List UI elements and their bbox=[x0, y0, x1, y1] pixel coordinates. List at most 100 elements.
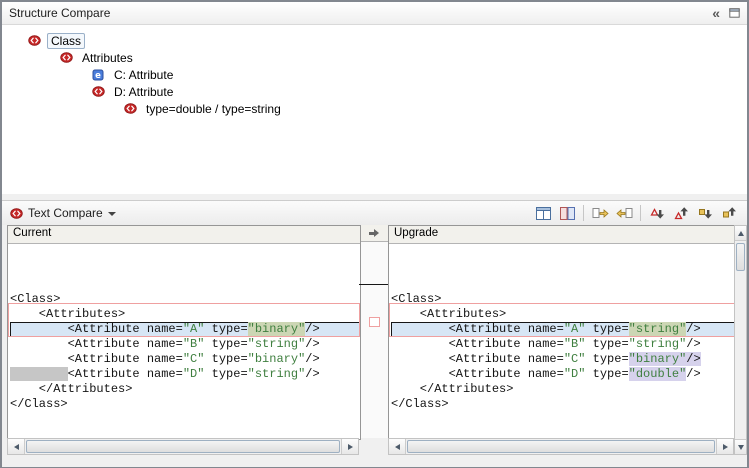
tree-item-class[interactable]: Class bbox=[2, 32, 747, 49]
code-segment: "string" bbox=[629, 322, 687, 336]
vertical-scrollbar[interactable] bbox=[734, 225, 747, 455]
down-arrow-icon bbox=[738, 445, 744, 450]
tree-item-label: C: Attribute bbox=[111, 68, 176, 82]
structure-compare-title: Structure Compare bbox=[9, 6, 110, 20]
compare-icon bbox=[124, 103, 138, 115]
text-compare-panel: Text Compare Current <Class> <Attributes… bbox=[2, 200, 747, 467]
toolbar-separator bbox=[640, 205, 641, 221]
code-segment: "binary" bbox=[629, 352, 687, 366]
next-change-icon[interactable] bbox=[694, 203, 716, 223]
code-segment: /> bbox=[305, 322, 319, 336]
code-line[interactable]: <Attribute name="C" type="binary"/> bbox=[391, 352, 735, 367]
scroll-left-button[interactable] bbox=[8, 439, 25, 454]
copy-all-left-to-right-icon[interactable] bbox=[589, 203, 611, 223]
code-line[interactable]: <Class> bbox=[10, 292, 360, 307]
viewer-dropdown-icon[interactable] bbox=[108, 212, 116, 216]
code-segment: "binary" bbox=[248, 352, 306, 366]
code-line[interactable]: </Attributes> bbox=[10, 382, 360, 397]
code-segment: type= bbox=[585, 352, 628, 366]
change-direction-icon[interactable] bbox=[359, 225, 388, 242]
code-line-selected[interactable]: <Attribute name="A" type="binary"/> bbox=[10, 322, 360, 337]
code-segment: <Attribute name= bbox=[391, 337, 564, 351]
code-segment: /> bbox=[686, 337, 700, 351]
tree-item-d-attribute[interactable]: D: Attribute bbox=[2, 83, 747, 100]
structure-compare-panel: Structure Compare « ClassAttributeseC: A… bbox=[2, 2, 747, 194]
scroll-right-button[interactable] bbox=[716, 439, 733, 454]
code-segment: type= bbox=[204, 352, 247, 366]
scrollbar-thumb[interactable] bbox=[736, 243, 745, 271]
code-line[interactable]: </Class> bbox=[10, 397, 360, 412]
code-line[interactable]: <Attributes> bbox=[391, 307, 735, 322]
right-pane: Upgrade <Class> <Attributes> <Attribute … bbox=[388, 225, 736, 440]
code-segment: <Attributes> bbox=[10, 307, 125, 321]
selected-diff-connector bbox=[359, 284, 388, 285]
tree-item-type-double-type-string[interactable]: type=double / type=string bbox=[2, 100, 747, 117]
code-line-selected[interactable]: <Attribute name="A" type="string"/> bbox=[391, 322, 735, 337]
minimize-view-icon[interactable]: « bbox=[712, 6, 720, 20]
previous-difference-icon[interactable] bbox=[670, 203, 692, 223]
scrollbar-track[interactable] bbox=[735, 241, 746, 439]
tree-item-attributes[interactable]: Attributes bbox=[2, 49, 747, 66]
code-line[interactable]: <Attribute name="D" type="string"/> bbox=[10, 367, 360, 382]
code-line[interactable]: <Attribute name="C" type="binary"/> bbox=[10, 352, 360, 367]
right-pane-title: Upgrade bbox=[389, 226, 735, 244]
right-horizontal-scrollbar[interactable] bbox=[388, 438, 734, 455]
code-segment: <Attribute name= bbox=[391, 322, 564, 336]
scroll-up-button[interactable] bbox=[735, 226, 746, 241]
compare-viewer-body: Current <Class> <Attributes> <Attribute … bbox=[2, 225, 747, 467]
structure-compare-tree: ClassAttributeseC: AttributeD: Attribute… bbox=[2, 25, 747, 117]
code-segment: "binary" bbox=[248, 322, 306, 336]
switch-panes-icon[interactable] bbox=[556, 203, 578, 223]
left-pane: Current <Class> <Attributes> <Attribute … bbox=[7, 225, 361, 440]
right-code-viewer: <Class> <Attributes> <Attribute name="A"… bbox=[389, 244, 735, 440]
scrollbar-track[interactable] bbox=[25, 439, 341, 454]
code-segment: "string" bbox=[248, 337, 306, 351]
code-segment: /> bbox=[305, 337, 319, 351]
structure-compare-header-icons: « bbox=[712, 6, 740, 20]
maximize-view-icon[interactable] bbox=[729, 8, 740, 18]
code-line[interactable]: <Attribute name="B" type="string"/> bbox=[391, 337, 735, 352]
code-line[interactable]: </Attributes> bbox=[391, 382, 735, 397]
code-segment: <Attributes> bbox=[391, 307, 506, 321]
code-line[interactable]: <Attribute name="D" type="double"/> bbox=[391, 367, 735, 382]
code-segment: type= bbox=[204, 337, 247, 351]
code-segment: type= bbox=[585, 367, 628, 381]
scrollbar-thumb[interactable] bbox=[26, 440, 340, 453]
code-segment: "C" bbox=[183, 352, 205, 366]
text-compare-header: Text Compare bbox=[2, 201, 747, 226]
previous-change-icon[interactable] bbox=[718, 203, 740, 223]
scroll-right-button[interactable] bbox=[341, 439, 358, 454]
code-line[interactable]: <Attribute name="B" type="string"/> bbox=[10, 337, 360, 352]
copy-all-right-to-left-icon[interactable] bbox=[613, 203, 635, 223]
compare-icon bbox=[92, 86, 106, 98]
compare-icon bbox=[60, 52, 74, 64]
left-arrow-icon bbox=[395, 444, 400, 450]
next-difference-icon[interactable] bbox=[646, 203, 668, 223]
show-merged-viewer-icon[interactable] bbox=[532, 203, 554, 223]
left-code-viewer: <Class> <Attributes> <Attribute name="A"… bbox=[8, 244, 360, 440]
tree-item-label: Class bbox=[47, 33, 85, 49]
structure-compare-header: Structure Compare « bbox=[2, 2, 747, 25]
scroll-left-button[interactable] bbox=[389, 439, 406, 454]
code-segment: type= bbox=[204, 322, 247, 336]
code-segment: type= bbox=[585, 337, 628, 351]
code-line[interactable]: </Class> bbox=[391, 397, 735, 412]
code-line[interactable]: <Attributes> bbox=[10, 307, 360, 322]
code-segment: </Class> bbox=[391, 397, 449, 411]
code-segment: "double" bbox=[629, 367, 687, 381]
code-segment: "A" bbox=[564, 322, 586, 336]
code-segment: </Attributes> bbox=[10, 382, 132, 396]
toolbar-separator bbox=[583, 205, 584, 221]
scrollbar-track[interactable] bbox=[406, 439, 716, 454]
text-compare-title: Text Compare bbox=[28, 206, 103, 220]
code-segment: /> bbox=[686, 352, 700, 366]
scroll-down-button[interactable] bbox=[735, 439, 746, 454]
code-segment: <Attribute name= bbox=[10, 352, 183, 366]
code-line[interactable]: <Class> bbox=[391, 292, 735, 307]
compare-icon bbox=[28, 35, 42, 47]
code-segment: </Class> bbox=[10, 397, 68, 411]
scrollbar-thumb[interactable] bbox=[407, 440, 715, 453]
tree-item-c-attribute[interactable]: eC: Attribute bbox=[2, 66, 747, 83]
left-horizontal-scrollbar[interactable] bbox=[7, 438, 359, 455]
code-segment: <Attribute name= bbox=[68, 367, 183, 381]
